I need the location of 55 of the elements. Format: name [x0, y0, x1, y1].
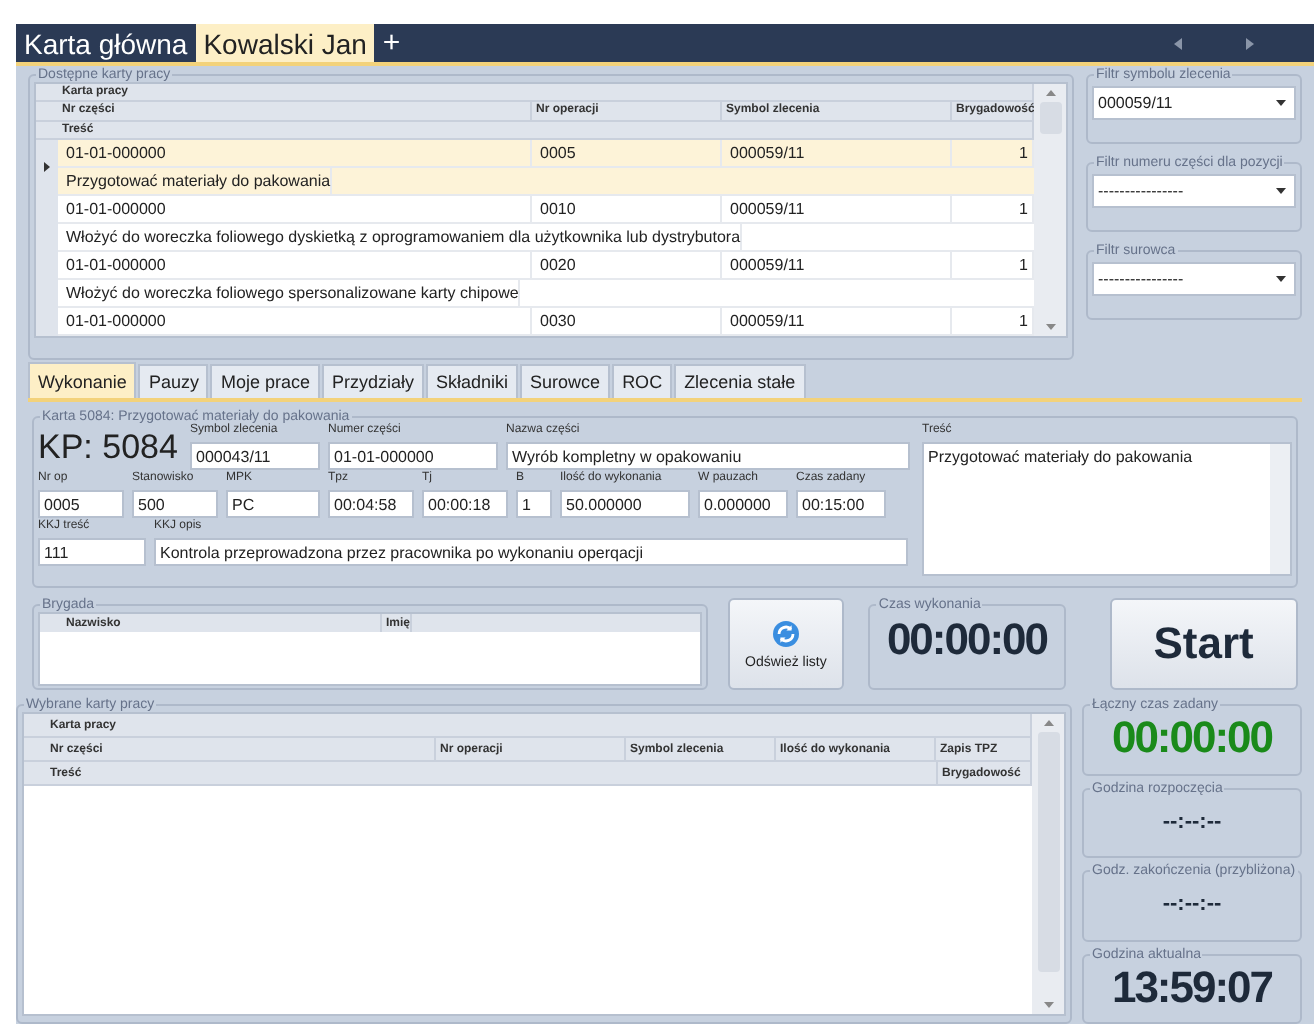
table-cell: 000059/11	[722, 139, 952, 166]
text-field[interactable]: 000043/11	[190, 442, 320, 470]
text-field[interactable]: 50.000000	[560, 490, 690, 518]
table-row[interactable]: 01-01-000000 0030 000059/11 1	[36, 307, 1034, 336]
detail-tab[interactable]: Pauzy	[138, 364, 209, 398]
text-field[interactable]: 01-01-000000	[328, 442, 498, 470]
detail-tab[interactable]: Surowce	[520, 364, 611, 398]
table-cell: 01-01-000000	[58, 139, 532, 166]
table-row[interactable]: 01-01-000000 0010 000059/11 1 Włożyć do woreczka foliowego dyskietką z oprogramowaniem dla użytkownika lub dystrybutora	[36, 195, 1034, 252]
filter-dropdown[interactable]: 000059/11	[1092, 86, 1296, 120]
text-field[interactable]: 00:04:58	[328, 490, 414, 518]
text-field[interactable]: 00:15:00	[796, 490, 886, 518]
execution-time: 00:00:00	[886, 612, 1048, 668]
detail-tab[interactable]: Moje prace	[210, 364, 320, 398]
table-row[interactable]: 01-01-000000 0005 000059/11 1 Przygotować materiały do pakowania	[36, 139, 1034, 196]
clock-value: --:--:--	[1162, 807, 1222, 837]
table-cell: 01-01-000000	[58, 251, 532, 278]
table-cell: 0005	[532, 139, 722, 166]
filter-dropdown[interactable]: ----------------	[1092, 262, 1296, 296]
detail-tab[interactable]: Składniki	[426, 364, 519, 398]
text-field[interactable]: Wyrób kompletny w opakowaniu	[506, 442, 910, 470]
table-cell: Włożyć do woreczka foliowego spersonalizowane karty chipowe	[58, 279, 521, 306]
detail-tab[interactable]: ROC	[612, 364, 673, 398]
text-field[interactable]: 111	[38, 538, 146, 566]
header-tab[interactable]: Kowalski Jan	[195, 24, 375, 62]
table-cell: 000059/11	[722, 307, 952, 334]
card-number: KP: 5084	[38, 426, 180, 470]
detail-tab[interactable]: Przydziały	[322, 364, 425, 398]
text-field[interactable]: Kontrola przeprowadzona przez pracownika po wykonaniu operqacji	[154, 538, 908, 566]
table-cell: 0030	[532, 307, 722, 334]
text-field[interactable]: 1	[516, 490, 552, 518]
clock-value: 00:00:00	[1111, 712, 1273, 766]
header-tab[interactable]: Karta główna	[16, 24, 196, 62]
table-cell: 01-01-000000	[58, 195, 532, 222]
text-field[interactable]: 0005	[38, 490, 124, 518]
detail-tab[interactable]: Wykonanie	[28, 362, 137, 398]
text-field[interactable]: 0.000000	[698, 490, 788, 518]
table-cell: 01-01-000000	[58, 307, 532, 334]
filter-dropdown[interactable]: ----------------	[1092, 174, 1296, 208]
clock-value: 13:59:07	[1111, 961, 1273, 1015]
table-cell: 000059/11	[722, 251, 952, 278]
text-field[interactable]: 500	[132, 490, 218, 518]
table-cell: 0010	[532, 195, 722, 222]
start-button[interactable]: Start	[1109, 598, 1298, 690]
clock-value: --:--:--	[1162, 890, 1222, 920]
detail-tab[interactable]: Zlecenia stałe	[674, 364, 806, 398]
add-tab-button[interactable]: +	[374, 24, 409, 62]
table-cell: Włożyć do woreczka foliowego dyskietką z oprogramowaniem dla użytkownika lub dystrybutora	[58, 223, 743, 250]
table-cell: 000059/11	[722, 195, 952, 222]
table-row[interactable]: 01-01-000000 0020 000059/11 1 Włożyć do woreczka foliowego spersonalizowane karty chipowe	[36, 251, 1034, 308]
text-field[interactable]: PC	[226, 490, 320, 518]
table-cell: Przygotować materiały do pakowania	[58, 167, 333, 194]
table-cell: 0020	[532, 251, 722, 278]
text-field[interactable]: 00:00:18	[422, 490, 508, 518]
description-textarea[interactable]: Przygotować materiały do pakowania	[922, 442, 1292, 576]
